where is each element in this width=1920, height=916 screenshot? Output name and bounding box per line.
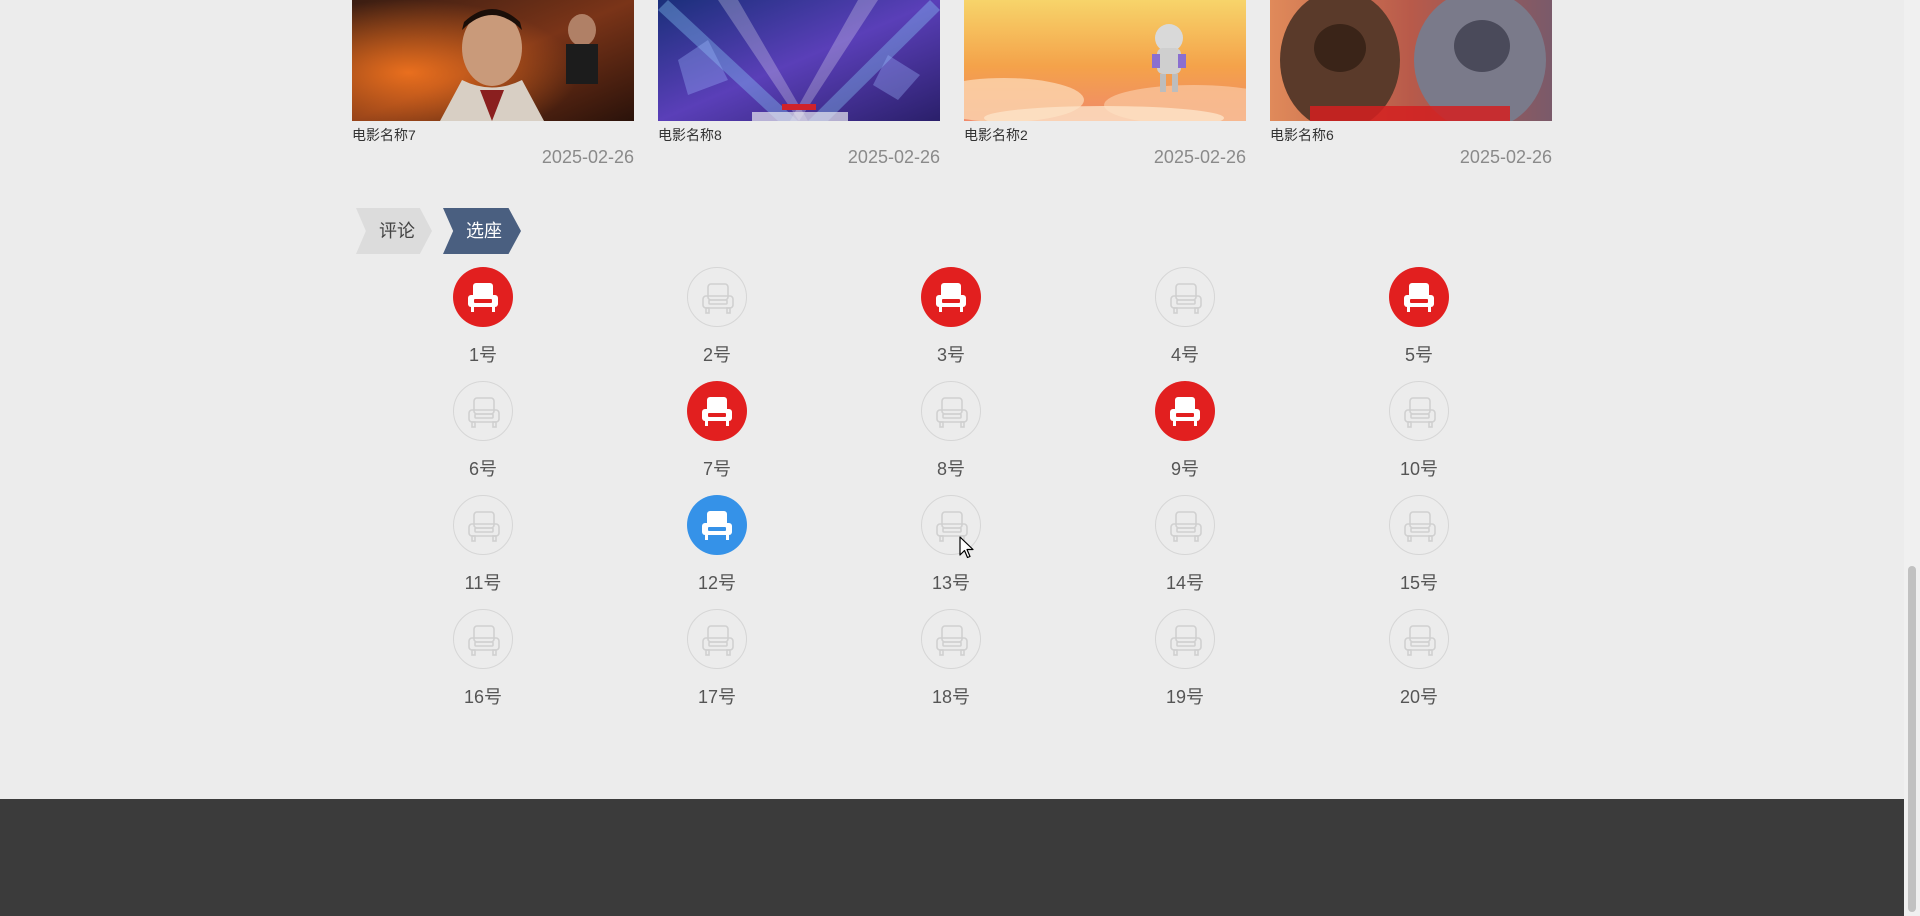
seat-button[interactable]	[921, 381, 981, 441]
armchair-icon	[702, 625, 734, 656]
seat-button[interactable]	[687, 495, 747, 555]
armchair-icon	[1170, 283, 1202, 314]
vertical-scrollbar[interactable]	[1904, 0, 1920, 916]
seat-button[interactable]	[453, 267, 513, 327]
armchair-icon	[936, 397, 968, 428]
seat-grid: 1号 2号 3号 4号 5号 6号 7号 8号 9号 10号 11号 12号 13号 14号 15号 16号 1…	[0, 0, 1920, 720]
seat-button[interactable]	[687, 267, 747, 327]
armchair-icon	[468, 625, 500, 656]
seat-button[interactable]	[921, 609, 981, 669]
armchair-icon	[1170, 625, 1202, 656]
seat-button[interactable]	[1155, 495, 1215, 555]
armchair-icon	[468, 283, 498, 312]
seat[interactable]: 13号	[906, 495, 996, 605]
seat-label: 20号	[1399, 687, 1439, 707]
seat-button[interactable]	[453, 495, 513, 555]
seat-button[interactable]	[453, 381, 513, 441]
seat-label: 3号	[936, 345, 965, 365]
seat[interactable]: 3号	[906, 267, 996, 377]
seat-label: 14号	[1165, 573, 1205, 593]
armchair-icon	[1170, 397, 1200, 426]
mouse-cursor-icon	[959, 536, 974, 559]
armchair-icon	[702, 397, 732, 426]
seat-label: 1号	[468, 345, 497, 365]
footer	[0, 799, 1904, 916]
seat[interactable]: 20号	[1374, 609, 1464, 719]
seat-label: 19号	[1165, 687, 1205, 707]
seat-label: 2号	[702, 345, 731, 365]
scrollbar-thumb[interactable]	[1908, 566, 1916, 912]
seat[interactable]: 19号	[1140, 609, 1230, 719]
seat[interactable]: 11号	[438, 495, 528, 605]
seat-button[interactable]	[687, 381, 747, 441]
armchair-icon	[1404, 511, 1436, 542]
seat[interactable]: 16号	[438, 609, 528, 719]
armchair-icon	[468, 511, 500, 542]
seat[interactable]: 4号	[1140, 267, 1230, 377]
armchair-icon	[1404, 625, 1436, 656]
seat[interactable]: 2号	[672, 267, 762, 377]
seat[interactable]: 18号	[906, 609, 996, 719]
seat[interactable]: 12号	[672, 495, 762, 605]
seat-label: 17号	[697, 687, 737, 707]
seat-label: 10号	[1399, 459, 1439, 479]
seat-button[interactable]	[453, 609, 513, 669]
seat-label: 9号	[1170, 459, 1199, 479]
seat-label: 7号	[702, 459, 731, 479]
seat[interactable]: 6号	[438, 381, 528, 491]
seat-button[interactable]	[1155, 381, 1215, 441]
seat-button[interactable]	[1389, 267, 1449, 327]
seat-button[interactable]	[1155, 609, 1215, 669]
seat-button[interactable]	[1389, 495, 1449, 555]
seat-label: 18号	[931, 687, 971, 707]
seat-label: 6号	[468, 459, 497, 479]
armchair-icon	[936, 625, 968, 656]
armchair-icon	[702, 283, 734, 314]
seat-button[interactable]	[687, 609, 747, 669]
seat-button[interactable]	[1155, 267, 1215, 327]
seat[interactable]: 17号	[672, 609, 762, 719]
seat-button[interactable]	[921, 267, 981, 327]
seat-label: 5号	[1404, 345, 1433, 365]
armchair-icon	[468, 397, 500, 428]
seat-label: 16号	[463, 687, 503, 707]
seat-button[interactable]	[1389, 609, 1449, 669]
armchair-icon	[702, 511, 732, 540]
seat-button[interactable]	[1389, 381, 1449, 441]
armchair-icon	[1170, 511, 1202, 542]
seat[interactable]: 5号	[1374, 267, 1464, 377]
seat[interactable]: 15号	[1374, 495, 1464, 605]
seat-label: 11号	[464, 573, 502, 593]
armchair-icon	[1404, 397, 1436, 428]
seat[interactable]: 10号	[1374, 381, 1464, 491]
seat[interactable]: 9号	[1140, 381, 1230, 491]
seat-label: 8号	[936, 459, 965, 479]
armchair-icon	[936, 283, 966, 312]
seat[interactable]: 8号	[906, 381, 996, 491]
page: 电影名称7 2025-02-26 电影名称8 2025-02-26 电影名称2 …	[0, 0, 1920, 916]
seat-label: 15号	[1399, 573, 1439, 593]
seat[interactable]: 7号	[672, 381, 762, 491]
seat-label: 4号	[1170, 345, 1199, 365]
seat-label: 12号	[697, 573, 737, 593]
seat-label: 13号	[931, 573, 971, 593]
seat[interactable]: 14号	[1140, 495, 1230, 605]
seat[interactable]: 1号	[438, 267, 528, 377]
armchair-icon	[1404, 283, 1434, 312]
